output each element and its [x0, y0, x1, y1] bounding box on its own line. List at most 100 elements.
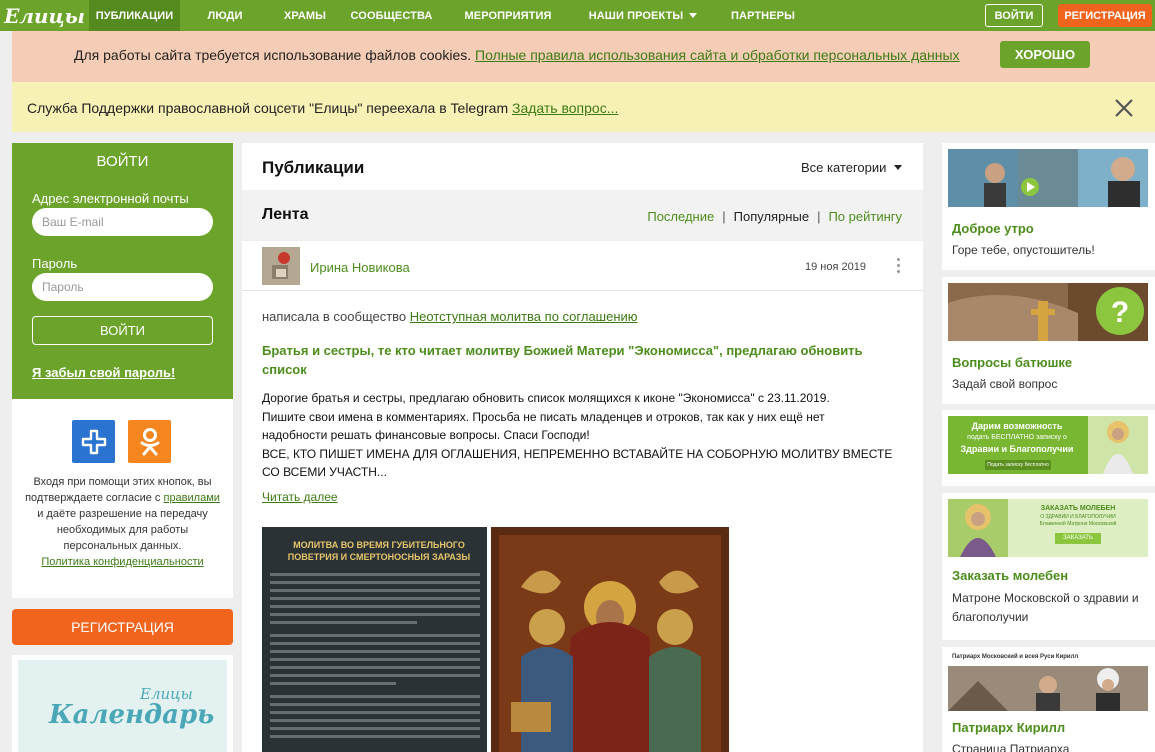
sort-latest[interactable]: Последние	[647, 209, 714, 224]
post-image-prayer[interactable]: Молитва во время губительного поветрия и…	[262, 527, 487, 752]
post-header: Ирина Новикова 19 ноя 2019	[242, 241, 923, 291]
post-title[interactable]: Братья и сестры, те кто читает молитву Б…	[262, 341, 902, 379]
cookie-ok-button[interactable]: ХОРОШО	[1000, 41, 1090, 68]
right-card-questions[interactable]: ? Вопросы батюшке Задай свой вопрос	[942, 277, 1155, 404]
banner-button: ЗАКАЗАТЬ	[1055, 533, 1101, 544]
page-title: Публикации	[262, 158, 365, 177]
svg-text:?: ?	[1111, 296, 1129, 329]
sort-separator: |	[722, 209, 726, 224]
categories-label: Все категории	[801, 160, 887, 175]
right-card-patriarch[interactable]: Патриарх Московский и всея Руси Кирилл П…	[942, 647, 1155, 752]
banner-line: ЗАКАЗАТЬ МОЛЕБЕН	[1040, 505, 1116, 512]
post-date: 19 ноя 2019	[805, 261, 866, 273]
forgot-password-link[interactable]: Я забыл свой пароль!	[32, 365, 175, 380]
cookie-rules-link[interactable]: Полные правила использования сайта и обр…	[475, 47, 960, 63]
close-icon[interactable]	[1114, 98, 1134, 118]
nav-partners[interactable]: Партнеры	[713, 0, 813, 31]
email-field[interactable]: Ваш E-mail	[32, 208, 213, 236]
nav-people[interactable]: Люди	[180, 0, 270, 31]
right-banner-free-note[interactable]: Дарим возможность подать БЕСПЛАТНО запис…	[942, 410, 1155, 486]
prayer-image-title: Молитва во время губительного поветрия и…	[287, 540, 471, 562]
post-card: Ирина Новикова 19 ноя 2019 написала в со…	[242, 241, 923, 752]
register-button-left[interactable]: РЕГИСТРАЦИЯ	[12, 609, 233, 645]
site-logo[interactable]: Елицы	[0, 0, 89, 31]
odnoklassniki-login-button[interactable]	[128, 420, 171, 463]
calendar-widget[interactable]: Елицы Календарь	[12, 655, 233, 752]
patriarch-image: Патриарх Московский и всея Руси Кирилл	[948, 653, 1148, 711]
icon-painting	[491, 527, 729, 752]
banner-line: подать БЕСПЛАТНО записку о	[967, 434, 1067, 441]
questions-title[interactable]: Вопросы батюшке	[952, 355, 1072, 370]
nav-events[interactable]: Мероприятия	[443, 0, 573, 31]
cookie-text: Для работы сайта требуется использование…	[74, 47, 960, 63]
password-field[interactable]: Пароль	[32, 273, 213, 301]
free-note-banner: Дарим возможность подать БЕСПЛАТНО запис…	[948, 416, 1148, 474]
telegram-ask-link[interactable]: Задать вопрос...	[512, 100, 618, 116]
saint-icon	[1088, 416, 1148, 474]
chevron-down-icon	[689, 13, 698, 18]
patriarch-banner-caption: Патриарх Московский и всея Руси Кирилл	[952, 654, 1079, 660]
login-panel: ВОЙТИ Адрес электронной почты Ваш E-mail…	[12, 143, 233, 399]
post-image-icon[interactable]	[491, 527, 729, 752]
calendar-big-title: Календарь	[49, 700, 215, 730]
odnoklassniki-icon	[140, 427, 159, 455]
login-button-top[interactable]: Войти	[985, 4, 1043, 27]
banner-line: Дарим возможность	[971, 421, 1063, 431]
patriarch-subtitle: Страница Патриарха	[952, 742, 1070, 752]
right-card-moleben[interactable]: ЗАКАЗАТЬ МОЛЕБЕН О ЗДРАВИИ И БЛАГОПОЛУЧИ…	[942, 493, 1155, 640]
consent-post: и даёте разрешение на передачу необходим…	[37, 508, 208, 552]
good-morning-title[interactable]: Доброе утро	[952, 221, 1034, 236]
questions-image: ?	[948, 283, 1148, 341]
read-more-link[interactable]: Читать далее	[262, 490, 338, 504]
sort-popular[interactable]: Популярные	[734, 209, 809, 224]
post-body-line: ВСЕ, КТО ПИШЕТ ИМЕНА ДЛЯ ОГЛАШЕНИЯ, НЕПР…	[262, 446, 893, 461]
avatar-image	[262, 247, 300, 285]
cookie-message: Для работы сайта требуется использование…	[74, 47, 472, 63]
password-label: Пароль	[32, 256, 78, 271]
patriarch-title[interactable]: Патриарх Кирилл	[952, 720, 1065, 735]
moleben-subtitle: Матроне Московской о здравии и благополу…	[952, 591, 1139, 624]
cookie-banner: Для работы сайта требуется использование…	[12, 31, 1155, 82]
post-body-line: Пишите свои имена в комментариях. Просьб…	[262, 409, 825, 424]
publications-header: Публикации Все категории	[242, 143, 923, 190]
consent-pre: с	[154, 492, 161, 504]
telegram-message: Служба Поддержки православной соцсети "Е…	[27, 100, 509, 116]
rules-link[interactable]: правилами	[163, 492, 219, 504]
register-button-top[interactable]: Регистрация	[1058, 4, 1152, 27]
nav-our-projects[interactable]: Наши проекты	[573, 0, 713, 31]
social-consent-text: Входя при помощи этих кнопок, вы подтвер…	[22, 474, 223, 570]
post-community-line: написала в сообщество Неотступная молитв…	[262, 309, 638, 324]
good-morning-image	[948, 149, 1148, 207]
chevron-down-icon	[894, 165, 903, 170]
feed-title: Лента	[262, 206, 309, 223]
post-body-line: надобности решать финансовые вопросы. Сп…	[262, 428, 590, 442]
nav-communities[interactable]: Сообщества	[340, 0, 443, 31]
community-link[interactable]: Неотступная молитва по соглашению	[410, 309, 638, 324]
telegram-banner: Служба Поддержки православной соцсети "Е…	[12, 82, 1155, 132]
cross-login-button[interactable]	[72, 420, 115, 463]
privacy-policy-link[interactable]: Политика конфиденциальности	[41, 556, 203, 568]
nav-publications[interactable]: Публикации	[89, 0, 180, 31]
post-body-line: СО ВСЕМИ УЧАСТН...	[262, 465, 387, 479]
sort-rating[interactable]: По рейтингу	[828, 209, 902, 224]
nav-our-projects-label: Наши проекты	[588, 9, 684, 22]
questions-subtitle: Задай свой вопрос	[952, 377, 1058, 391]
right-card-good-morning[interactable]: Доброе утро Горе тебе, опустошитель!	[942, 143, 1155, 270]
matrona-icon	[948, 499, 1008, 557]
login-submit-button[interactable]: ВОЙТИ	[32, 316, 213, 345]
cross-icon	[81, 429, 106, 454]
categories-dropdown[interactable]: Все категории	[801, 160, 903, 175]
banner-line: Здравии и Благополучии	[960, 444, 1074, 454]
feed-header: Лента Последние | Популярные | По рейтин…	[242, 190, 923, 240]
post-body-line: Дорогие братья и сестры, предлагаю обнов…	[262, 391, 830, 405]
prayer-text-lines	[270, 573, 480, 743]
moleben-title[interactable]: Заказать молебен	[952, 568, 1068, 583]
nav-temples[interactable]: Храмы	[270, 0, 340, 31]
avatar[interactable]	[262, 247, 300, 285]
post-author[interactable]: Ирина Новикова	[310, 260, 410, 275]
sort-separator: |	[817, 209, 821, 224]
moleben-banner: ЗАКАЗАТЬ МОЛЕБЕН О ЗДРАВИИ И БЛАГОПОЛУЧИ…	[948, 499, 1148, 557]
banner-line: О ЗДРАВИИ И БЛАГОПОЛУЧИИ	[1040, 514, 1116, 520]
banner-line: Блаженной Матроне Московской	[1039, 521, 1117, 527]
more-options-icon[interactable]	[897, 258, 901, 276]
